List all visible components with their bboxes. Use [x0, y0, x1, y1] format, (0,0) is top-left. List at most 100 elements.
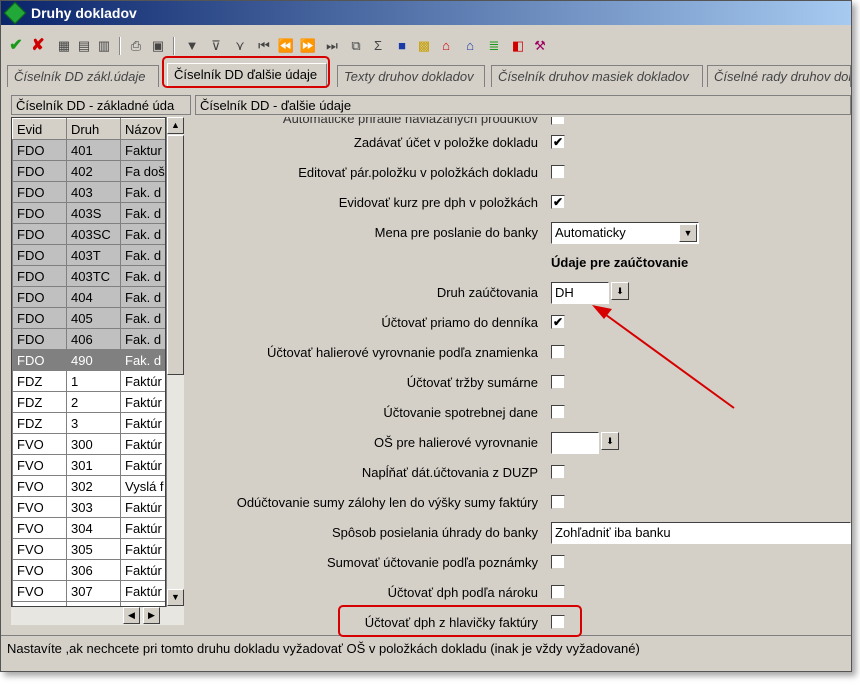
preview-icon[interactable]: ▣ — [149, 35, 167, 57]
check-icon[interactable]: ✔ — [7, 35, 25, 57]
table-row[interactable]: FVO 304 Faktúr — [12, 517, 165, 539]
column-header-nazov[interactable]: Názov — [120, 118, 165, 140]
table-cell[interactable]: FDO — [12, 349, 67, 371]
table-cell[interactable]: Fak. d — [120, 202, 165, 224]
table-cell[interactable]: Faktúr — [120, 517, 165, 539]
table-cell[interactable]: FVO — [12, 496, 67, 518]
table-cell[interactable]: Faktúr — [120, 496, 165, 518]
lookup-button-icon[interactable]: ⬇ — [601, 432, 619, 450]
table-cell[interactable]: FVO — [12, 559, 67, 581]
table-row[interactable]: FDO 404 Fak. d — [12, 286, 165, 308]
filter-icon[interactable]: ▼ — [183, 35, 201, 57]
table-cell[interactable]: Fak. d — [120, 265, 165, 287]
home-icon[interactable]: ⌂ — [437, 35, 455, 57]
table-cell[interactable]: Faktúr — [120, 370, 165, 392]
table-cell[interactable]: FVO — [12, 580, 67, 602]
checkbox[interactable] — [551, 405, 565, 419]
table-cell[interactable]: 403TC — [66, 265, 121, 287]
table-cell[interactable]: 490 — [66, 349, 121, 371]
table-cell[interactable]: 307 — [66, 580, 121, 602]
table-cell[interactable]: Fa doš — [120, 160, 165, 182]
table-cell[interactable]: FDO — [12, 286, 67, 308]
table-cell[interactable]: 1 — [66, 370, 121, 392]
table-cell[interactable]: FDO — [12, 244, 67, 266]
table-cell[interactable]: FVO — [12, 538, 67, 560]
table-row[interactable]: FDO 403T Fak. d — [12, 244, 165, 266]
report-icon[interactable]: ▩ — [415, 35, 433, 57]
table-cell[interactable]: Faktúr — [120, 538, 165, 560]
scroll-right-icon[interactable]: ▶ — [143, 607, 160, 624]
text-field[interactable]: Zohľadniť iba banku — [551, 522, 851, 544]
table-cell[interactable]: FVO — [12, 475, 67, 497]
table-cell[interactable]: FDO — [12, 202, 67, 224]
checkbox[interactable] — [551, 585, 565, 599]
column-header-evid[interactable]: Evid — [12, 118, 67, 140]
export-icon[interactable]: ⌂ — [461, 35, 479, 57]
table-row[interactable]: FDO 403TC Fak. d — [12, 265, 165, 287]
table-cell[interactable]: FDZ — [12, 412, 67, 434]
print-icon[interactable]: ⎙ — [127, 35, 145, 57]
table-cell[interactable]: FVO — [12, 433, 67, 455]
table-cell[interactable]: FDZ — [12, 391, 67, 413]
table-row[interactable]: FDO 406 Fak. d — [12, 328, 165, 350]
column-header-druh[interactable]: Druh — [66, 118, 121, 140]
table-cell[interactable]: 300 — [66, 433, 121, 455]
table-cell[interactable]: 406 — [66, 328, 121, 350]
dropdown-arrow-icon[interactable]: ▼ — [679, 224, 697, 242]
cancel-icon[interactable]: ✘ — [29, 35, 47, 57]
grid-horizontal-scrollbar[interactable]: ◀ ▶ — [11, 607, 184, 625]
table-cell[interactable]: 403SC — [66, 223, 121, 245]
table-cell[interactable]: FVO — [12, 517, 67, 539]
table-cell[interactable]: FDO — [12, 223, 67, 245]
tab-masky[interactable]: Číselník druhov masiek dokladov — [491, 65, 703, 87]
table-cell[interactable]: Faktúr — [120, 580, 165, 602]
table-icon[interactable]: ▤ — [75, 35, 93, 57]
table-cell[interactable]: Fak. d — [120, 307, 165, 329]
table-row[interactable]: FDO 403 Fak. d — [12, 181, 165, 203]
table-cell[interactable]: FDO — [12, 181, 67, 203]
tab-zakl-udaje[interactable]: Číselník DD zákl.údaje — [7, 65, 159, 87]
select-field[interactable]: Automaticky — [551, 222, 699, 244]
lookup-button-icon[interactable]: ⬇ — [611, 282, 629, 300]
table-cell[interactable]: 305 — [66, 538, 121, 560]
table-cell[interactable]: 301 — [66, 454, 121, 476]
sum-icon[interactable]: Σ — [369, 35, 387, 57]
table-row[interactable]: FDZ 2 Faktúr — [12, 391, 165, 413]
checkbox[interactable] — [551, 495, 565, 509]
table-cell[interactable]: FVO — [12, 454, 67, 476]
document-types-grid[interactable]: Evid Druh Názov FDO 401 Faktur FDO 402 Fa doš… — [11, 117, 166, 607]
table-cell[interactable]: Faktúr — [120, 391, 165, 413]
prev-page-icon[interactable]: ⏪ — [277, 35, 295, 57]
copy-icon[interactable]: ⧉ — [347, 35, 365, 57]
table-cell[interactable]: Faktur — [120, 139, 165, 161]
table-cell[interactable]: Fak. d — [120, 328, 165, 350]
filter-clear-icon[interactable]: ⊽ — [207, 35, 225, 57]
checkbox[interactable]: ✔ — [551, 195, 565, 209]
table-cell[interactable]: 404 — [66, 286, 121, 308]
table-row[interactable]: FDO 405 Fak. d — [12, 307, 165, 329]
table-cell[interactable]: FDZ — [12, 370, 67, 392]
first-icon[interactable]: ⏮ — [255, 35, 273, 57]
table-row[interactable]: FVO 302 Vyslá f — [12, 475, 165, 497]
table-cell[interactable]: FDO — [12, 307, 67, 329]
table-cell[interactable]: 303 — [66, 496, 121, 518]
table-cell[interactable]: 402 — [66, 160, 121, 182]
table-cell[interactable]: 403T — [66, 244, 121, 266]
table-cell[interactable]: Faktúr — [120, 412, 165, 434]
table-cell[interactable]: 302 — [66, 475, 121, 497]
table-cell[interactable]: Fak. d — [120, 349, 165, 371]
table-row[interactable]: FVO 306 Faktúr — [12, 559, 165, 581]
table-row[interactable]: FDO 403SC Fak. d — [12, 223, 165, 245]
checkbox-partial[interactable] — [551, 117, 565, 125]
table-row[interactable]: FVO 300 Faktúr — [12, 433, 165, 455]
table-row[interactable]: FVO 301 Faktúr — [12, 454, 165, 476]
scroll-up-icon[interactable]: ▲ — [167, 117, 184, 134]
settings-icon[interactable]: ≣ — [485, 35, 503, 57]
table-cell[interactable]: 403S — [66, 202, 121, 224]
tools-icon[interactable]: ⚒ — [531, 35, 549, 57]
table-cell[interactable]: FDO — [12, 265, 67, 287]
checkbox[interactable] — [551, 615, 565, 629]
table-row[interactable]: FDO 490 Fak. d — [12, 349, 165, 371]
checkbox[interactable] — [551, 555, 565, 569]
last-icon[interactable]: ⏭ — [323, 35, 341, 57]
